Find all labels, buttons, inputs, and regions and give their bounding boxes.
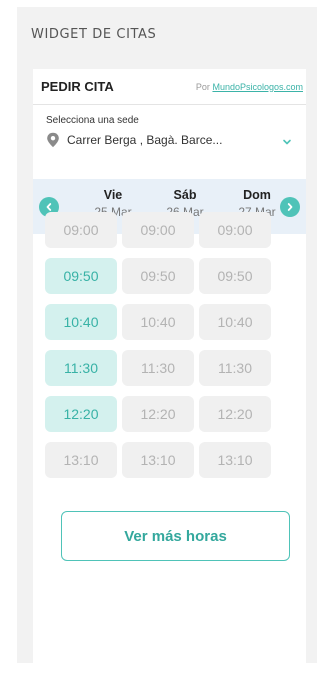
time-slot-unavailable: 09:50 [122,258,194,294]
time-slot-unavailable: 09:00 [45,212,117,248]
time-slot-available[interactable]: 11:30 [45,350,117,386]
next-days-button[interactable] [280,197,300,217]
provider-link[interactable]: MundoPsicologos.com [212,82,303,92]
location-label: Selecciona una sede [46,115,139,126]
provider-credit: Por MundoPsicologos.com [196,82,303,92]
map-pin-icon [47,132,59,148]
time-slot-unavailable: 13:10 [122,442,194,478]
widget-title: PEDIR CITA [41,79,114,94]
location-row[interactable]: Carrer Berga , Bagà. Barce... [46,132,306,148]
time-slot-available[interactable]: 12:20 [45,396,117,432]
section-title: WIDGET DE CITAS [31,27,157,42]
time-slot-unavailable: 13:10 [45,442,117,478]
time-slot-unavailable: 09:00 [122,212,194,248]
time-slot-available[interactable]: 09:50 [45,258,117,294]
chevron-right-icon [287,203,293,211]
time-slot-grid: 09:00 09:00 09:00 09:50 09:50 09:50 10:40 10:40… [45,212,275,478]
time-slot-unavailable: 11:30 [199,350,271,386]
time-slot-unavailable: 10:40 [199,304,271,340]
time-slot-unavailable: 10:40 [122,304,194,340]
chevron-down-icon[interactable] [282,138,292,146]
time-slot-unavailable: 12:20 [122,396,194,432]
time-slot-unavailable: 09:50 [199,258,271,294]
provider-prefix: Por [195,81,210,92]
time-slot-unavailable: 12:20 [199,396,271,432]
widget-header: PEDIR CITA Por MundoPsicologos.com [33,69,306,105]
chevron-left-icon [46,203,52,211]
time-slot-unavailable: 09:00 [199,212,271,248]
time-slot-unavailable: 11:30 [122,350,194,386]
day-name: Sáb [173,188,197,202]
time-slot-unavailable: 13:10 [199,442,271,478]
widget-panel: WIDGET DE CITAS PEDIR CITA Por MundoPsic… [17,7,317,665]
day-name: Vie [103,188,123,202]
more-hours-button[interactable]: Ver más horas [61,511,290,561]
time-slot-available[interactable]: 10:40 [45,304,117,340]
location-selector[interactable]: Selecciona una sede Carrer Berga , Bagà.… [33,105,306,179]
location-value: Carrer Berga , Bagà. Barce... [67,133,223,147]
